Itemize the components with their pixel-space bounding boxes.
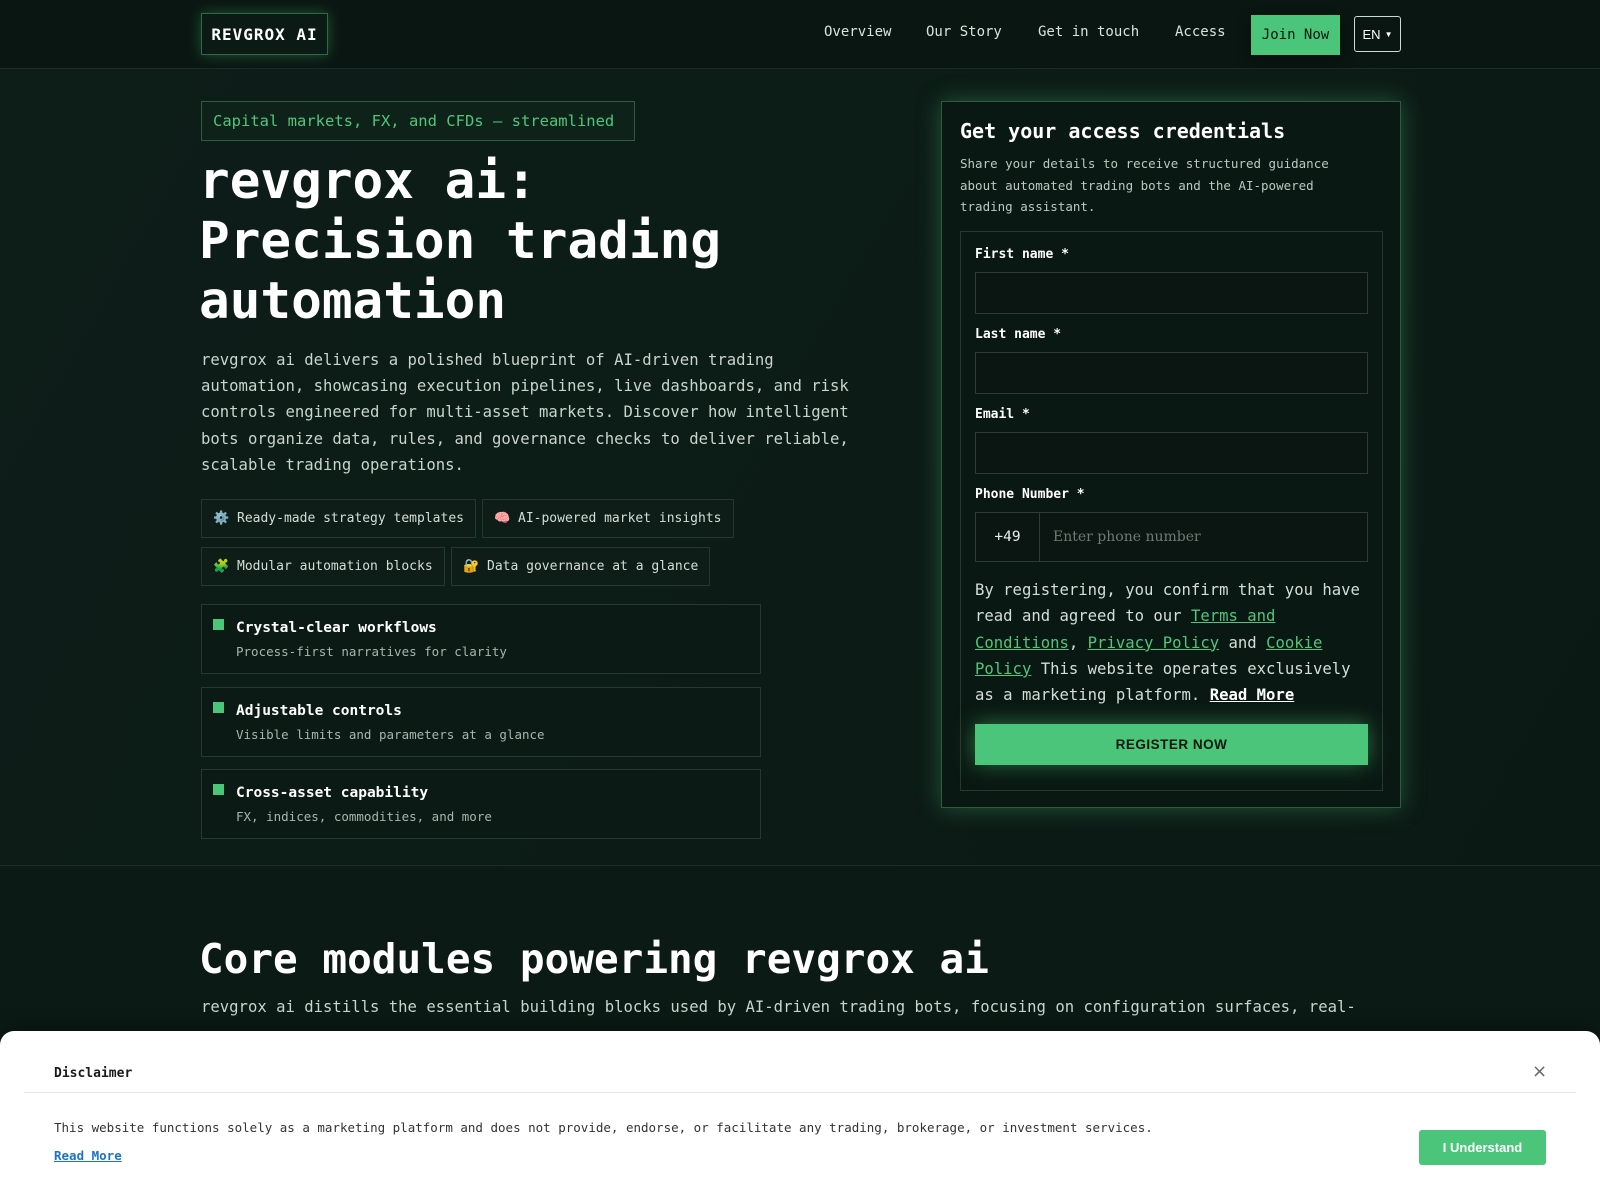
nav-overview[interactable]: Overview xyxy=(824,24,891,40)
form-subtitle: Share your details to receive structured… xyxy=(960,156,1329,214)
disclaimer-text: This website functions solely as a marke… xyxy=(54,1120,1153,1135)
hero-description: revgrox ai delivers a polished blueprint… xyxy=(201,351,849,474)
feature-title: Cross-asset capability xyxy=(236,785,429,801)
section-title: Core modules powering revgrox ai xyxy=(199,935,989,983)
feature-title: Crystal-clear workflows xyxy=(236,620,437,636)
hero-title-line: automation xyxy=(199,272,507,331)
privacy-link[interactable]: Privacy Policy xyxy=(1088,634,1219,652)
registration-form: First name * Last name * Email * Phone N… xyxy=(960,231,1383,791)
phone-label: Phone Number * xyxy=(975,487,1085,502)
chip-label: AI-powered market insights xyxy=(518,511,722,526)
section-description: revgrox ai distills the essential buildi… xyxy=(201,998,1356,1016)
feature-bullet-icon xyxy=(213,784,224,795)
phone-field: +49 xyxy=(975,512,1368,562)
legal-text: , xyxy=(1068,633,1088,652)
email-label: Email * xyxy=(975,407,1030,422)
phone-input[interactable] xyxy=(1041,513,1367,561)
language-label: EN xyxy=(1362,26,1381,42)
disclaimer-title: Disclaimer xyxy=(54,1066,133,1081)
feature-subtitle: FX, indices, commodities, and more xyxy=(236,809,492,824)
read-more-link[interactable]: Read More xyxy=(1210,686,1295,704)
close-icon[interactable]: × xyxy=(1532,1061,1547,1082)
chip-market-insights: 🧠 AI-powered market insights xyxy=(482,499,734,538)
phone-country-code[interactable]: +49 xyxy=(976,513,1040,561)
chip-strategy-templates: ⚙️ Ready-made strategy templates xyxy=(201,499,476,538)
chip-label: Modular automation blocks xyxy=(237,559,433,574)
register-now-button[interactable]: REGISTER NOW xyxy=(975,724,1368,765)
language-selector[interactable]: EN ▼ xyxy=(1354,16,1401,52)
feature-title: Adjustable controls xyxy=(236,703,402,719)
last-name-input[interactable] xyxy=(975,352,1368,394)
top-navbar: REVGROX AI Overview Our Story Get in tou… xyxy=(0,0,1600,69)
nav-our-story[interactable]: Our Story xyxy=(926,24,1002,40)
feature-subtitle: Process-first narratives for clarity xyxy=(236,644,507,659)
brand-logo[interactable]: REVGROX AI xyxy=(201,13,328,55)
chip-automation-blocks: 🧩 Modular automation blocks xyxy=(201,547,445,586)
chip-label: Ready-made strategy templates xyxy=(237,511,464,526)
last-name-label: Last name * xyxy=(975,327,1062,342)
divider xyxy=(24,1092,1576,1093)
first-name-input[interactable] xyxy=(975,272,1368,314)
hero-badge: Capital markets, FX, and CFDs — streamli… xyxy=(201,101,635,141)
gear-icon: ⚙️ xyxy=(213,511,230,526)
feature-card: Adjustable controls Visible limits and p… xyxy=(201,687,761,757)
hero-title: revgrox ai: Precision trading automation xyxy=(199,152,899,332)
disclaimer-banner: Disclaimer × This website functions sole… xyxy=(0,1031,1600,1200)
feature-subtitle: Visible limits and parameters at a glanc… xyxy=(236,727,545,742)
caret-down-icon: ▼ xyxy=(1384,29,1393,39)
legal-text: and xyxy=(1219,633,1267,652)
first-name-label: First name * xyxy=(975,247,1069,262)
i-understand-button[interactable]: I Understand xyxy=(1419,1130,1546,1165)
hero-title-line: revgrox ai: xyxy=(199,152,537,211)
legal-consent-text: By registering, you confirm that you hav… xyxy=(975,577,1375,708)
email-input[interactable] xyxy=(975,432,1368,474)
feature-card: Crystal-clear workflows Process-first na… xyxy=(201,604,761,674)
feature-bullet-icon xyxy=(213,619,224,630)
feature-bullet-icon xyxy=(213,702,224,713)
legal-text: By registering, you confirm that you hav… xyxy=(975,581,1360,626)
nav-access[interactable]: Access xyxy=(1175,24,1226,40)
form-title: Get your access credentials xyxy=(960,119,1286,143)
disclaimer-read-more-link[interactable]: Read More xyxy=(54,1148,122,1163)
chip-label: Data governance at a glance xyxy=(487,559,699,574)
feature-card: Cross-asset capability FX, indices, comm… xyxy=(201,769,761,839)
brain-icon: 🧠 xyxy=(494,511,511,526)
lock-icon: 🔐 xyxy=(463,559,480,574)
chip-data-governance: 🔐 Data governance at a glance xyxy=(451,547,711,586)
puzzle-icon: 🧩 xyxy=(213,559,230,574)
join-now-button[interactable]: Join Now xyxy=(1251,15,1340,55)
hero-title-line: Precision trading xyxy=(199,212,721,271)
registration-card: Get your access credentials Share your d… xyxy=(941,101,1401,808)
nav-get-in-touch[interactable]: Get in touch xyxy=(1038,24,1139,40)
